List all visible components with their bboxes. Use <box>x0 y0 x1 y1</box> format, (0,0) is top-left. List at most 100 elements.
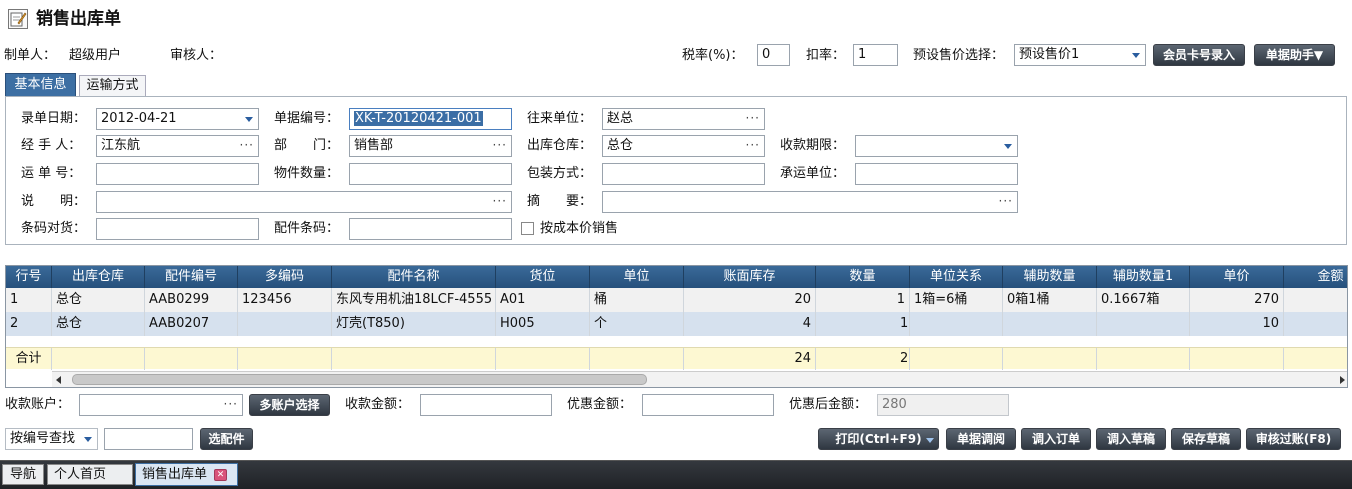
barcode-field[interactable] <box>96 218 259 240</box>
waybill-label: 运 单 号： <box>21 166 82 181</box>
carrier-field[interactable] <box>855 163 1018 185</box>
chevron-down-icon <box>1132 53 1140 58</box>
row-cell: 灯壳(T850) <box>332 312 496 336</box>
tax-input[interactable]: 0 <box>757 44 790 66</box>
partner-label: 往来单位： <box>527 111 593 126</box>
col-multi-code: 多编码 <box>238 266 332 288</box>
maker-value: 超级用户 <box>69 48 122 63</box>
audit-post-button[interactable]: 审核过账(F8) <box>1246 428 1341 450</box>
date-value: 2012-04-21 <box>101 111 177 126</box>
search-input[interactable] <box>104 428 193 450</box>
close-icon[interactable]: ✕ <box>214 469 227 481</box>
waybill-field[interactable] <box>96 163 259 185</box>
total-cell <box>52 348 145 370</box>
ellipsis-icon[interactable]: ··· <box>240 136 254 154</box>
document-review-button[interactable]: 单据调阅 <box>946 428 1016 450</box>
partner-field[interactable]: 赵总 ··· <box>602 108 765 130</box>
total-stock: 24 <box>684 348 816 370</box>
col-row-no: 行号 <box>6 266 52 288</box>
total-row: 合计 24 2 280 <box>6 347 1347 370</box>
total-cell <box>1003 348 1097 370</box>
print-label: 打印(Ctrl+F9) <box>835 432 922 446</box>
col-aux-qty1: 辅助数量1 <box>1097 266 1190 288</box>
select-parts-button[interactable]: 选配件 <box>200 428 253 450</box>
scroll-right-icon[interactable] <box>1340 376 1345 384</box>
term-select[interactable] <box>855 135 1018 157</box>
col-aux-qty: 辅助数量 <box>1003 266 1097 288</box>
row-cell: 123456 <box>238 288 332 312</box>
tab-home[interactable]: 个人首页 <box>47 464 133 485</box>
ellipsis-icon[interactable]: ··· <box>493 192 507 210</box>
search-mode-value: 按编号查找 <box>10 431 76 446</box>
after-discount-field: 280 <box>877 394 1009 416</box>
col-warehouse: 出库仓库 <box>52 266 145 288</box>
table-row[interactable]: 2 总仓 AAB0207 灯壳(T850) H005 个 4 1 10 10 <box>6 312 1347 336</box>
import-draft-button[interactable]: 调入草稿 <box>1096 428 1166 450</box>
handler-field[interactable]: 江东航 ··· <box>96 135 259 157</box>
member-card-button[interactable]: 会员卡号录入 <box>1153 44 1245 66</box>
search-mode-select[interactable]: 按编号查找 <box>5 428 98 450</box>
row-cell: 10 <box>1190 312 1284 336</box>
scrollbar-thumb[interactable] <box>72 374 647 385</box>
save-draft-button[interactable]: 保存草稿 <box>1171 428 1241 450</box>
warehouse-value: 总仓 <box>607 138 634 153</box>
remark-field[interactable]: ··· <box>96 191 512 213</box>
tab-shipping[interactable]: 运输方式 <box>79 75 146 97</box>
date-field[interactable]: 2012-04-21 <box>96 108 259 130</box>
parts-count-field[interactable] <box>349 163 512 185</box>
ellipsis-icon[interactable]: ··· <box>999 192 1013 210</box>
taskbar: 导航 个人首页 销售出库单 ✕ <box>0 460 1352 489</box>
chevron-down-icon <box>1004 144 1012 149</box>
print-button[interactable]: 打印(Ctrl+F9) <box>818 428 939 450</box>
total-cell <box>238 348 332 370</box>
amount-label: 收款金额： <box>345 397 411 412</box>
table-row[interactable]: 1 总仓 AAB0299 123456 东风专用机油18LCF-4555 A01… <box>6 288 1347 312</box>
row-cell <box>910 312 1003 336</box>
summary-field[interactable]: ··· <box>602 191 1018 213</box>
cost-price-checkbox[interactable] <box>521 222 534 235</box>
ellipsis-icon[interactable]: ··· <box>746 109 760 127</box>
warehouse-field[interactable]: 总仓 ··· <box>602 135 765 157</box>
tab-sales-outbound-label: 销售出库单 <box>142 467 208 482</box>
tab-sales-outbound[interactable]: 销售出库单 ✕ <box>135 463 238 486</box>
scroll-left-icon[interactable] <box>56 376 61 384</box>
ellipsis-icon[interactable]: ··· <box>224 395 238 413</box>
amount-field[interactable] <box>420 394 552 416</box>
dept-label: 部 门： <box>274 138 340 153</box>
part-barcode-field[interactable] <box>349 218 512 240</box>
part-barcode-label: 配件条码： <box>274 221 340 236</box>
multi-account-button[interactable]: 多账户选择 <box>249 394 330 416</box>
tab-basic-info[interactable]: 基本信息 <box>5 73 76 97</box>
dept-value: 销售部 <box>354 138 394 153</box>
ellipsis-icon[interactable]: ··· <box>746 136 760 154</box>
col-unit-price: 单价 <box>1190 266 1284 288</box>
partner-value: 赵总 <box>607 111 634 126</box>
tab-navigation[interactable]: 导航 <box>2 464 44 485</box>
price-select[interactable]: 预设售价1 <box>1014 44 1146 66</box>
row-cell: AAB0207 <box>145 312 238 336</box>
package-field[interactable] <box>602 163 765 185</box>
row-cell <box>1097 312 1190 336</box>
document-helper-button[interactable]: 单据助手▼ <box>1254 44 1335 66</box>
import-order-button[interactable]: 调入订单 <box>1021 428 1091 450</box>
discount-amount-field[interactable] <box>642 394 774 416</box>
total-cell <box>145 348 238 370</box>
row-cell: 东风专用机油18LCF-4555 <box>332 288 496 312</box>
row-cell: AAB0299 <box>145 288 238 312</box>
barcode-label: 条码对货： <box>21 221 87 236</box>
row-cell: 桶 <box>590 288 684 312</box>
row-cell <box>1003 312 1097 336</box>
account-field[interactable]: ··· <box>79 394 243 416</box>
row-cell: 总仓 <box>52 312 145 336</box>
handler-label: 经 手 人： <box>21 138 82 153</box>
discount-label: 扣率： <box>806 48 846 63</box>
horizontal-scrollbar[interactable] <box>52 371 1347 387</box>
grid-header: 行号 出库仓库 配件编号 多编码 配件名称 货位 单位 账面库存 数量 单位关系… <box>6 266 1347 288</box>
discount-amount-label: 优惠金额： <box>567 397 633 412</box>
dept-field[interactable]: 销售部 ··· <box>349 135 512 157</box>
discount-input[interactable]: 1 <box>853 44 898 66</box>
total-cell <box>1190 348 1284 370</box>
row-cell: 个 <box>590 312 684 336</box>
docno-field[interactable]: XK-T-20120421-001 <box>349 108 512 130</box>
ellipsis-icon[interactable]: ··· <box>493 136 507 154</box>
